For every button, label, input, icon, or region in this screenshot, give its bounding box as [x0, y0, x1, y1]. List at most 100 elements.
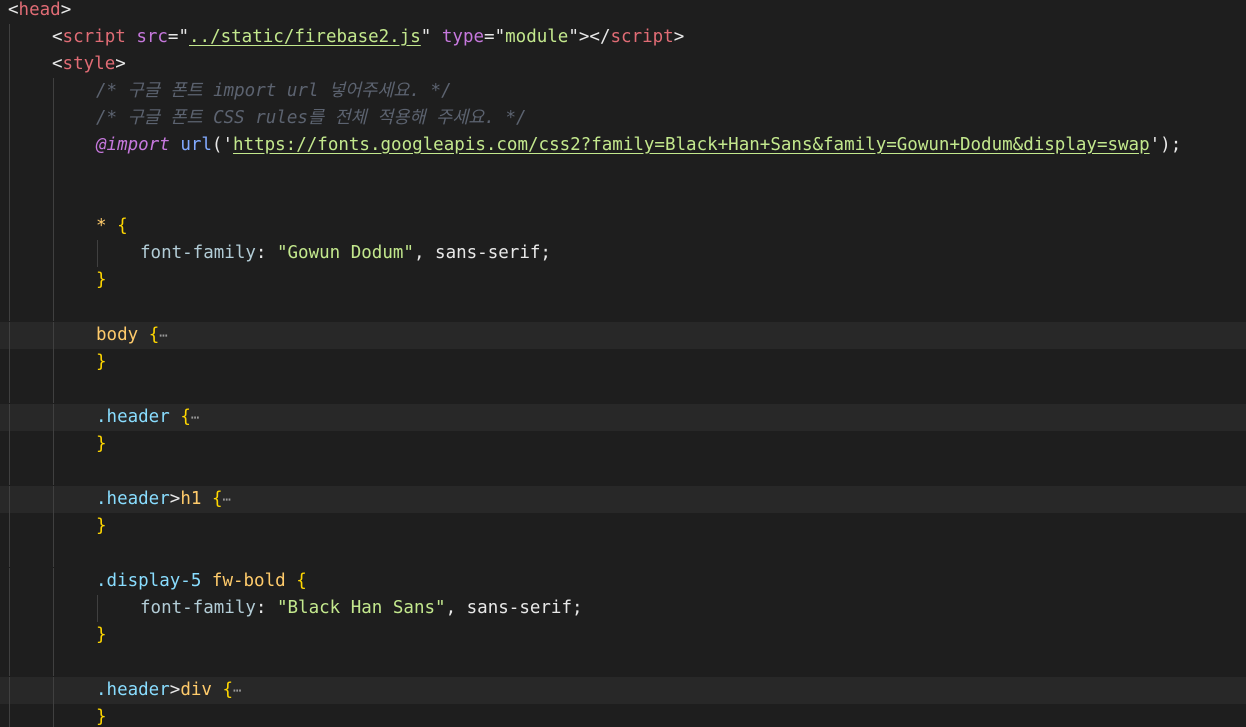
code-line[interactable]: /* 구글 폰트 CSS rules를 전체 적용해 주세요. */	[0, 105, 1246, 132]
code-line[interactable]: @import url('https://fonts.googleapis.co…	[0, 132, 1246, 159]
code-line[interactable]: }	[0, 622, 1246, 649]
indent-guide	[9, 51, 10, 78]
indent-guide	[9, 704, 10, 727]
code-line-folded[interactable]: body {⋯	[0, 322, 1246, 349]
indent-guide	[9, 132, 10, 159]
indent-guide	[9, 540, 10, 567]
code-text: font-family: "Black Han Sans", sans-seri…	[140, 598, 583, 618]
indent-guide	[9, 431, 10, 458]
indent-guide	[9, 568, 10, 595]
code-line[interactable]: font-family: "Black Han Sans", sans-seri…	[0, 595, 1246, 622]
indent-guide	[53, 322, 54, 349]
indent-guide	[53, 649, 54, 676]
indent-guide	[53, 513, 54, 540]
indent-guide	[53, 486, 54, 513]
code-line[interactable]: font-family: "Gowun Dodum", sans-serif;	[0, 240, 1246, 267]
code-line[interactable]: * {	[0, 213, 1246, 240]
indent-guide	[53, 376, 54, 403]
fold-ellipsis-icon[interactable]: ⋯	[233, 683, 241, 699]
font-import-link[interactable]: https://fonts.googleapis.com/css2?family…	[233, 135, 1150, 155]
code-text: font-family: "Gowun Dodum", sans-serif;	[140, 243, 551, 263]
indent-guide	[9, 159, 10, 186]
indent-guide	[53, 404, 54, 431]
code-editor[interactable]: <head> <script src="../static/firebase2.…	[0, 0, 1246, 727]
indent-guide	[9, 677, 10, 704]
code-line[interactable]: /* 구글 폰트 import url 넣어주세요. */	[0, 78, 1246, 105]
code-text: .header>h1 {⋯	[96, 489, 231, 509]
code-text: .header {⋯	[96, 407, 200, 427]
indent-guide	[9, 24, 10, 51]
indent-guide	[9, 294, 10, 321]
script-src-link[interactable]: ../static/firebase2.js	[189, 27, 421, 47]
indent-guide	[53, 540, 54, 567]
indent-guide	[9, 486, 10, 513]
code-text: body {⋯	[96, 325, 168, 345]
indent-guide	[53, 349, 54, 376]
indent-guide	[53, 132, 54, 159]
code-text: @import url('https://fonts.googleapis.co…	[96, 135, 1182, 155]
indent-guide	[53, 704, 54, 727]
indent-guide	[9, 240, 10, 267]
code-text: }	[96, 707, 107, 727]
code-comment: /* 구글 폰트 import url 넣어주세요. */	[96, 81, 452, 101]
indent-guide	[9, 404, 10, 431]
code-line-folded[interactable]: .header>div {⋯	[0, 677, 1246, 704]
code-line[interactable]: <script src="../static/firebase2.js" typ…	[0, 24, 1246, 51]
indent-guide	[53, 595, 54, 622]
code-line-folded[interactable]: .header {⋯	[0, 404, 1246, 431]
indent-guide	[9, 213, 10, 240]
code-text: }	[96, 516, 107, 536]
indent-guide	[53, 78, 54, 105]
indent-guide	[9, 267, 10, 294]
code-line[interactable]	[0, 649, 1246, 676]
indent-guide	[97, 240, 98, 267]
code-text: .header>div {⋯	[96, 680, 242, 700]
code-text: }	[96, 352, 107, 372]
fold-ellipsis-icon[interactable]: ⋯	[222, 492, 230, 508]
code-line[interactable]: }	[0, 349, 1246, 376]
code-line[interactable]	[0, 376, 1246, 403]
code-text: }	[96, 434, 107, 454]
code-line[interactable]: }	[0, 267, 1246, 294]
indent-guide	[97, 595, 98, 622]
indent-guide	[53, 622, 54, 649]
code-line[interactable]	[0, 540, 1246, 567]
indent-guide	[53, 458, 54, 485]
code-line[interactable]: <style>	[0, 51, 1246, 78]
code-line[interactable]	[0, 294, 1246, 321]
code-line[interactable]: }	[0, 431, 1246, 458]
code-text: <script src="../static/firebase2.js" typ…	[52, 27, 685, 47]
indent-guide	[9, 513, 10, 540]
code-line[interactable]	[0, 186, 1246, 213]
code-line[interactable]	[0, 159, 1246, 186]
code-line[interactable]	[0, 458, 1246, 485]
indent-guide	[9, 622, 10, 649]
indent-guide	[53, 240, 54, 267]
indent-guide	[53, 568, 54, 595]
code-line[interactable]: .display-5 fw-bold {	[0, 568, 1246, 595]
code-text: }	[96, 625, 107, 645]
code-line[interactable]: <head>	[0, 0, 1246, 24]
indent-guide	[53, 294, 54, 321]
indent-guide	[9, 349, 10, 376]
code-line[interactable]: }	[0, 704, 1246, 727]
indent-guide	[9, 458, 10, 485]
code-text: <head>	[8, 0, 72, 20]
indent-guide	[53, 159, 54, 186]
indent-guide	[9, 105, 10, 132]
indent-guide	[53, 677, 54, 704]
code-text: .display-5 fw-bold {	[96, 571, 307, 591]
code-text: }	[96, 270, 107, 290]
indent-guide	[53, 431, 54, 458]
code-line-folded[interactable]: .header>h1 {⋯	[0, 486, 1246, 513]
fold-ellipsis-icon[interactable]: ⋯	[159, 328, 167, 344]
indent-guide	[9, 649, 10, 676]
indent-guide	[9, 322, 10, 349]
code-text: <style>	[52, 54, 126, 74]
indent-guide	[9, 376, 10, 403]
code-line[interactable]: }	[0, 513, 1246, 540]
indent-guide	[9, 186, 10, 213]
code-text: * {	[96, 216, 128, 236]
fold-ellipsis-icon[interactable]: ⋯	[191, 410, 199, 426]
indent-guide	[53, 186, 54, 213]
